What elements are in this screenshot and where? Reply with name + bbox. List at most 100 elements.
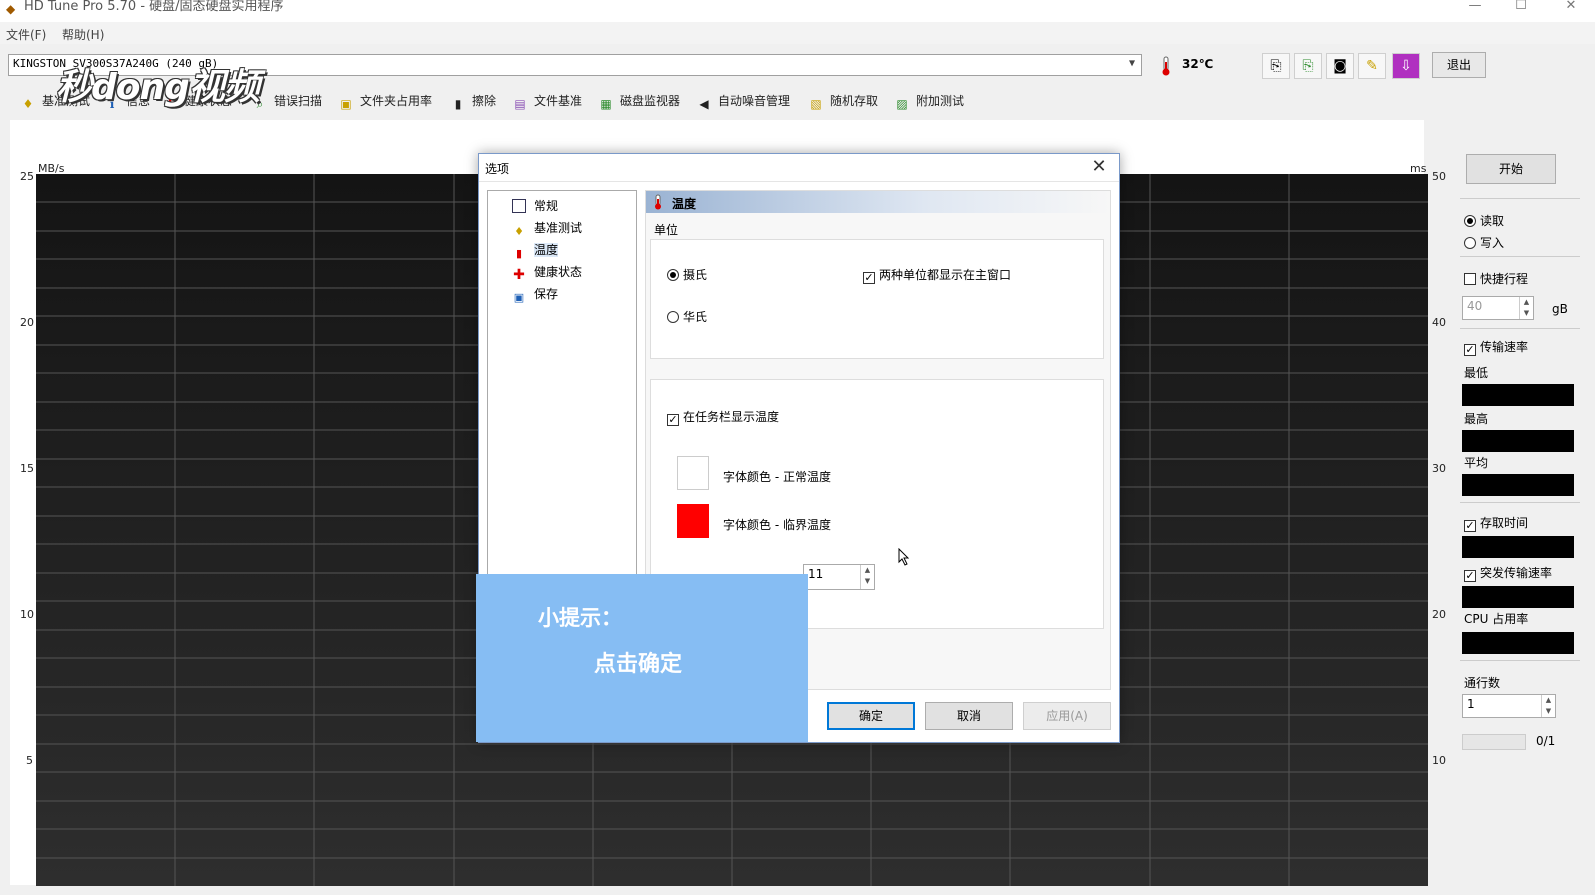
erase-icon: ▮ [454,97,462,111]
apply-button[interactable]: 应用(A) [1023,702,1111,730]
progress-bar [1462,734,1526,750]
chart-left-tick: 25 [20,170,34,183]
tab-folder-usage[interactable]: ▣ 文件夹占用率 [338,92,432,114]
chart-right-tick: 20 [1432,608,1446,621]
critical-color-swatch[interactable] [677,504,709,538]
access-time-checkbox[interactable]: ✓ 存取时间 [1464,514,1528,532]
taskbar-temp-checkbox[interactable]: ✓ 在任务栏显示温度 [667,408,779,426]
thermometer-icon [1162,56,1170,76]
tree-item-save[interactable]: ▣ 保存 [512,285,558,305]
read-radio[interactable]: 读取 [1464,212,1504,229]
max-label: 最高 [1464,412,1489,426]
spinner-arrows-icon[interactable]: ▲ ▼ [1519,297,1533,319]
minimize-button[interactable]: — [1452,0,1498,14]
close-button[interactable]: ✕ [1548,0,1594,14]
options-tree: 常规 ♦ 基准测试 ▮ 温度 ✚ 健康状态 ▣ 保存 [487,190,637,580]
tab-file-benchmark[interactable]: ▤ 文件基准 [512,92,582,114]
cpu-label: CPU 占用率 [1464,612,1529,626]
chart-right-tick: 50 [1432,170,1446,183]
chart-right-tick: 30 [1432,462,1446,475]
tab-random-access[interactable]: ▧ 随机存取 [808,92,878,114]
tip-title: 小提示： [538,606,622,630]
divider [1460,198,1580,199]
thermometer-icon [655,194,661,210]
temperature-readout: 32℃ [1182,57,1214,71]
burst-rate-box [1462,586,1574,608]
random-access-icon: ▧ [810,97,822,111]
critical-color-label: 字体颜色 - 临界温度 [723,518,831,532]
panel-title: 温度 [672,197,697,211]
menu-bar: 文件(F) 帮助(H) [0,22,1595,44]
tab-extra-tests[interactable]: ▨ 附加测试 [894,92,964,114]
short-stroke-input[interactable]: 40 ▲ ▼ [1462,296,1534,320]
dialog-title-bar: 选项 ✕ [479,154,1119,182]
tab-erase[interactable]: ▮ 擦除 [450,92,496,114]
screenshot-icon[interactable]: ◙ [1326,53,1354,79]
transfer-rate-checkbox[interactable]: ✓ 传输速率 [1464,338,1528,356]
cpu-box [1462,632,1574,654]
avg-label: 平均 [1464,456,1489,470]
options-icon[interactable]: ✎ [1358,53,1386,79]
exit-button[interactable]: 退出 [1432,52,1486,78]
progress-text: 0/1 [1536,734,1556,748]
menu-file[interactable]: 文件(F) [6,26,46,43]
menu-help[interactable]: 帮助(H) [62,26,104,43]
save-icon: ▣ [513,291,525,304]
chart-left-tick: 5 [26,754,33,767]
tree-item-health[interactable]: ✚ 健康状态 [512,263,582,283]
save-icon[interactable]: ⇩ [1392,53,1420,79]
folder-usage-icon: ▣ [340,97,352,111]
copy-all-icon[interactable]: ⎘ [1294,53,1322,79]
title-bar: ◆ HD Tune Pro 5.70 - 硬盘/固态硬盘实用程序 — ☐ ✕ [0,0,1595,22]
chart-left-tick: 15 [20,462,34,475]
benchmark-icon: ♦ [514,225,524,238]
burst-rate-checkbox[interactable]: ✓ 突发传输速率 [1464,564,1552,582]
divider [1460,328,1580,329]
tree-item-temperature[interactable]: ▮ 温度 [512,241,559,261]
tree-item-general[interactable]: 常规 [512,197,558,214]
fahrenheit-radio[interactable]: 华氏 [667,308,707,325]
unit-group: 摄氏 华氏 ✓ 两种单位都显示在主窗口 [650,239,1104,359]
mouse-cursor-icon [898,548,910,566]
extra-tests-icon: ▨ [896,97,908,111]
critical-temp-input[interactable]: 11 ▲ ▼ [803,564,875,590]
start-button[interactable]: 开始 [1466,154,1556,184]
app-icon: ◆ [6,2,16,16]
chart-right-tick: 40 [1432,316,1446,329]
normal-color-swatch[interactable] [677,456,709,490]
thermometer-icon: ▮ [515,247,523,260]
divider [1460,660,1580,661]
close-icon[interactable]: ✕ [1089,156,1109,178]
passes-input[interactable]: 1 ▲ ▼ [1462,694,1556,718]
spinner-arrows-icon[interactable]: ▲ ▼ [860,565,874,589]
radio-selected [1464,215,1476,227]
chart-left-tick: 20 [20,316,34,329]
disk-monitor-icon: ▦ [600,97,612,111]
write-radio[interactable]: 写入 [1464,234,1504,251]
cancel-button[interactable]: 取消 [925,702,1013,730]
panel-header: 温度 [646,191,1110,213]
benchmark-icon: ♦ [22,97,34,111]
both-units-checkbox[interactable]: ✓ 两种单位都显示在主窗口 [863,266,1011,284]
celsius-radio[interactable]: 摄氏 [667,266,707,283]
divider [1460,256,1580,257]
copy-info-icon[interactable]: ⎘ [1262,53,1290,79]
min-label: 最低 [1464,366,1489,380]
tip-overlay: 小提示： 点击确定 [476,574,808,742]
chevron-down-icon: ▼ [1128,58,1135,69]
dialog-title: 选项 [485,162,510,176]
tip-body: 点击确定 [594,652,683,677]
tab-disk-monitor[interactable]: ▦ 磁盘监视器 [598,92,680,114]
aam-icon: ◀ [699,97,709,111]
ok-button[interactable]: 确定 [827,702,915,730]
tree-item-benchmark[interactable]: ♦ 基准测试 [512,219,582,239]
chart-left-tick: 10 [20,608,34,621]
short-stroke-checkbox[interactable]: 快捷行程 [1464,270,1528,287]
divider [1460,502,1580,503]
tab-error-scan[interactable]: ⌕ 错误扫描 [252,92,322,114]
radio-unselected [1464,237,1476,249]
health-icon: ✚ [513,267,525,283]
tab-aam[interactable]: ◀ 自动噪音管理 [696,92,790,114]
spinner-arrows-icon[interactable]: ▲ ▼ [1541,695,1555,717]
maximize-button[interactable]: ☐ [1498,0,1544,14]
